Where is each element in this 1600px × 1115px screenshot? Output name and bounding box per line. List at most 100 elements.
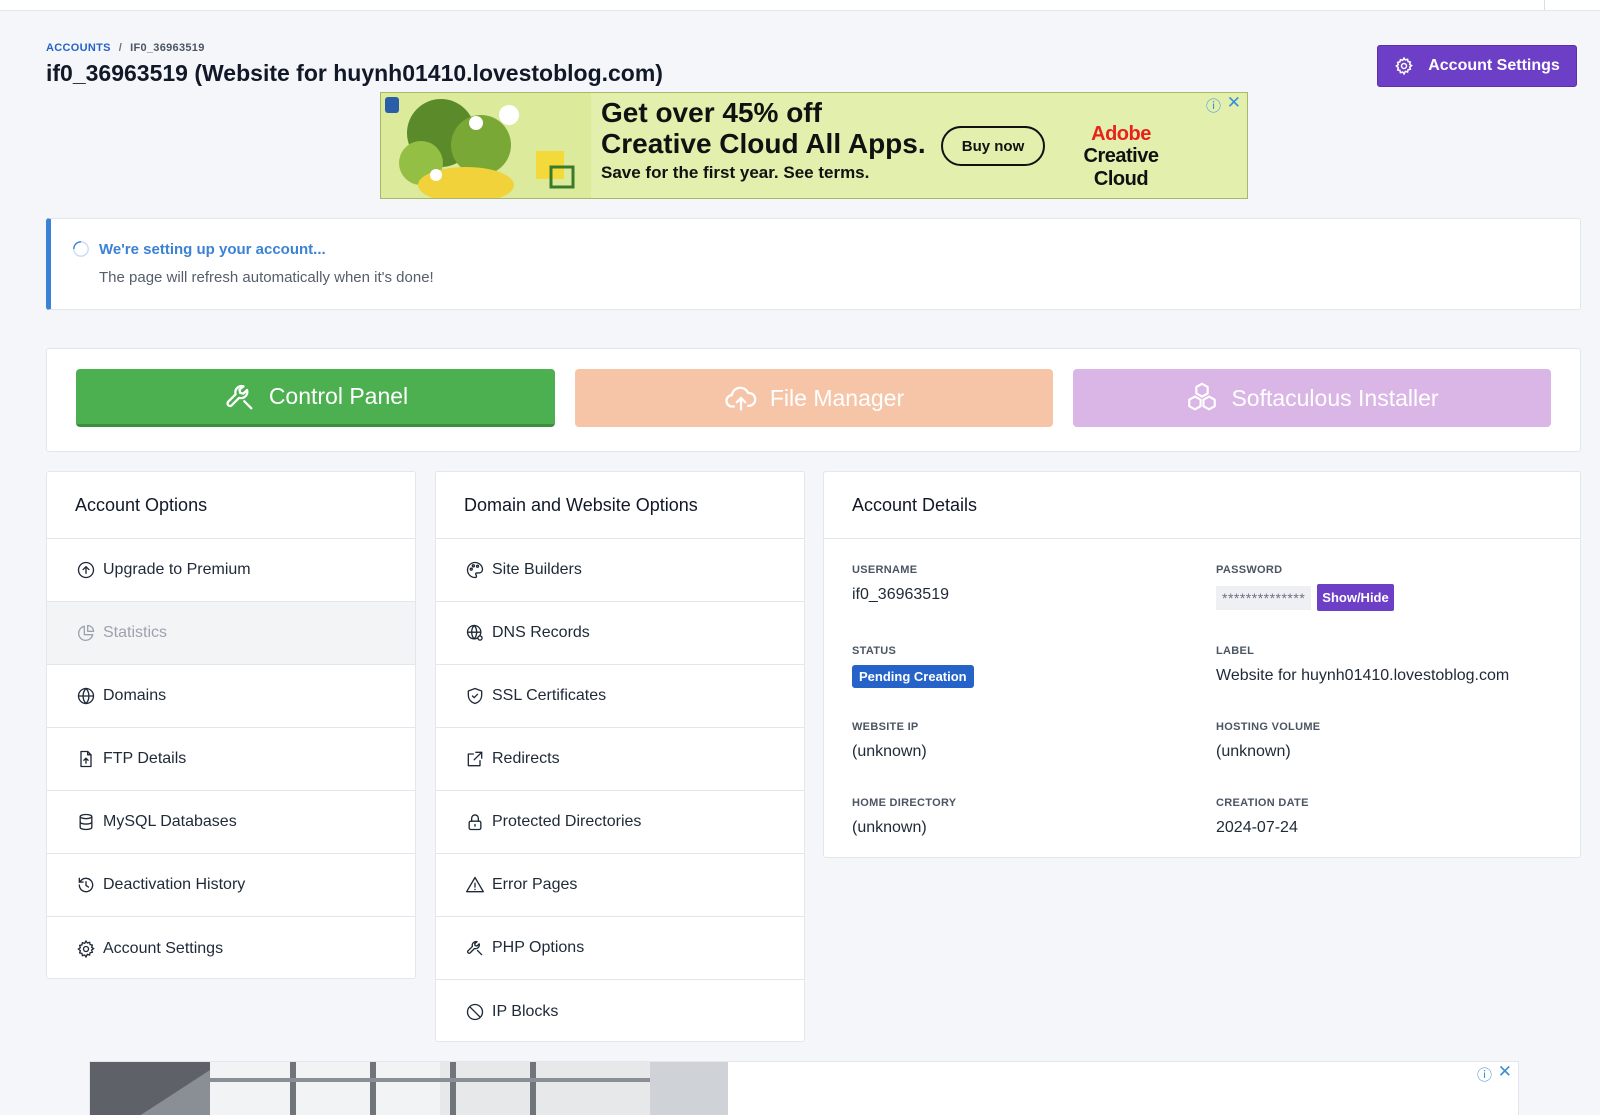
domain-options-card: Domain and Website Options Site Builders… <box>435 471 805 1042</box>
wrench-icon <box>226 384 253 409</box>
lock-icon <box>468 814 482 831</box>
softaculous-installer-button[interactable]: Softaculous Installer <box>1073 369 1551 427</box>
top-bar-divider <box>1544 0 1545 10</box>
palette-icon <box>466 561 484 579</box>
status-badge: Pending Creation <box>852 665 974 688</box>
menu-account-settings[interactable]: Account Settings <box>47 917 415 980</box>
account-settings-label: Account Settings <box>1428 57 1560 74</box>
creation-date-value: 2024-07-24 <box>1216 819 1298 836</box>
username-value: if0_36963519 <box>852 586 949 603</box>
menu-dns-records[interactable]: DNS Records <box>436 602 804 665</box>
creation-date-label: CREATION DATE <box>1216 797 1309 809</box>
loading-spinner-icon <box>73 241 89 257</box>
database-icon <box>79 813 93 831</box>
notice-text: The page will refresh automatically when… <box>99 269 434 286</box>
menu-label: Redirects <box>492 750 560 767</box>
menu-error-pages[interactable]: Error Pages <box>436 854 804 917</box>
menu-label: SSL Certificates <box>492 687 607 704</box>
menu-upgrade-premium[interactable]: Upgrade to Premium <box>47 539 415 602</box>
breadcrumb-separator: / <box>118 42 123 54</box>
menu-label: PHP Options <box>492 939 585 956</box>
menu-label: IP Blocks <box>492 1002 559 1020</box>
ad-illustration <box>381 93 591 198</box>
menu-label: Domains <box>103 687 167 704</box>
gear-icon <box>77 939 95 958</box>
website-ip-label: WEBSITE IP <box>852 721 919 733</box>
label-value: Website for huynh01410.lovestoblog.com <box>1216 667 1510 684</box>
menu-label: FTP Details <box>103 750 187 767</box>
label-field: LABEL Website for huynh01410.lovestoblog… <box>1216 645 1509 685</box>
menu-php-options[interactable]: PHP Options <box>436 917 804 980</box>
domain-options-title: Domain and Website Options <box>436 472 804 539</box>
menu-redirects[interactable]: Redirects <box>436 728 804 791</box>
menu-label: DNS Records <box>492 624 590 641</box>
ad-buy-now-button[interactable]: Buy now <box>941 126 1045 166</box>
show-hide-password-button[interactable]: Show/Hide <box>1317 584 1394 611</box>
ban-icon <box>466 1003 484 1020</box>
menu-domains[interactable]: Domains <box>47 665 415 728</box>
label-label: LABEL <box>1216 645 1255 657</box>
menu-statistics: Statistics <box>47 602 415 665</box>
account-settings-button[interactable]: Account Settings <box>1377 45 1577 87</box>
arrow-up-circle-icon <box>77 561 95 579</box>
file-upload-icon <box>80 750 92 768</box>
file-manager-label: File Manager <box>769 384 905 411</box>
page-title: if0_36963519 (Website for huynh01410.lov… <box>46 60 663 86</box>
menu-ip-blocks[interactable]: IP Blocks <box>436 980 804 1043</box>
account-details-title: Account Details <box>824 472 1580 539</box>
globe-network-icon <box>466 624 483 641</box>
boxes-icon <box>1188 382 1217 411</box>
menu-site-builders[interactable]: Site Builders <box>436 539 804 602</box>
setup-notice: We're setting up your account... The pag… <box>46 218 1581 310</box>
warning-icon <box>466 876 484 893</box>
hosting-volume-field: HOSTING VOLUME (unknown) <box>1216 721 1320 761</box>
ad-close-icon[interactable]: ✕ <box>1498 1062 1512 1082</box>
menu-ssl-certificates[interactable]: SSL Certificates <box>436 665 804 728</box>
control-panel-button[interactable]: Control Panel <box>76 369 555 427</box>
password-field: PASSWORD ************** Show/Hide <box>1216 564 1394 611</box>
menu-label: Account Settings <box>103 939 224 957</box>
quick-actions: Control Panel File Manager Softaculous I… <box>46 348 1581 452</box>
menu-label: Error Pages <box>492 876 578 893</box>
account-details-grid: USERNAME if0_36963519 PASSWORD *********… <box>824 539 1580 857</box>
menu-deactivation-history[interactable]: Deactivation History <box>47 854 415 917</box>
menu-ftp-details[interactable]: FTP Details <box>47 728 415 791</box>
shield-check-icon <box>467 687 483 705</box>
account-options-title: Account Options <box>47 472 415 539</box>
top-bar <box>0 0 1600 11</box>
ad-headline-line1: Get over 45% off <box>601 97 822 128</box>
menu-mysql-databases[interactable]: MySQL Databases <box>47 791 415 854</box>
ad-subtext: Save for the first year. See terms. <box>601 163 870 182</box>
username-label: USERNAME <box>852 564 918 576</box>
menu-protected-directories[interactable]: Protected Directories <box>436 791 804 854</box>
control-panel-label: Control Panel <box>268 383 409 409</box>
password-masked: ************** <box>1216 585 1312 610</box>
ad-banner-bottom[interactable]: ⓘ ✕ <box>89 1061 1519 1115</box>
menu-label: MySQL Databases <box>103 813 237 830</box>
menu-label: Upgrade to Premium <box>103 561 251 578</box>
ad-headline: Get over 45% off Creative Cloud All Apps… <box>601 97 926 159</box>
breadcrumb-current: IF0_36963519 <box>130 42 205 54</box>
ad-brand-product: Creative Cloud <box>1083 145 1159 190</box>
ad-info-icon[interactable]: ⓘ <box>1206 95 1221 116</box>
notice-title: We're setting up your account... <box>99 241 326 258</box>
username-field: USERNAME if0_36963519 <box>852 564 949 604</box>
menu-label: Protected Directories <box>492 813 642 830</box>
home-directory-field: HOME DIRECTORY (unknown) <box>852 797 956 837</box>
file-manager-button[interactable]: File Manager <box>575 369 1053 427</box>
home-directory-value: (unknown) <box>852 819 927 836</box>
menu-label: Site Builders <box>492 561 582 578</box>
ad-info-icon[interactable]: ⓘ <box>1477 1064 1492 1085</box>
ad-close-icon[interactable]: ✕ <box>1227 93 1241 113</box>
status-label: STATUS <box>852 645 897 657</box>
breadcrumb-accounts-link[interactable]: ACCOUNTS <box>46 42 111 54</box>
breadcrumb: ACCOUNTS / IF0_36963519 <box>46 42 205 54</box>
history-icon <box>78 877 94 893</box>
softaculous-installer-label: Softaculous Installer <box>1231 384 1439 411</box>
website-ip-value: (unknown) <box>852 743 927 760</box>
cloud-upload-icon <box>725 386 757 411</box>
globe-icon <box>77 687 95 705</box>
ad-banner-top[interactable]: Get over 45% off Creative Cloud All Apps… <box>380 92 1248 199</box>
gear-icon <box>1395 56 1414 76</box>
menu-label: Deactivation History <box>103 876 246 893</box>
